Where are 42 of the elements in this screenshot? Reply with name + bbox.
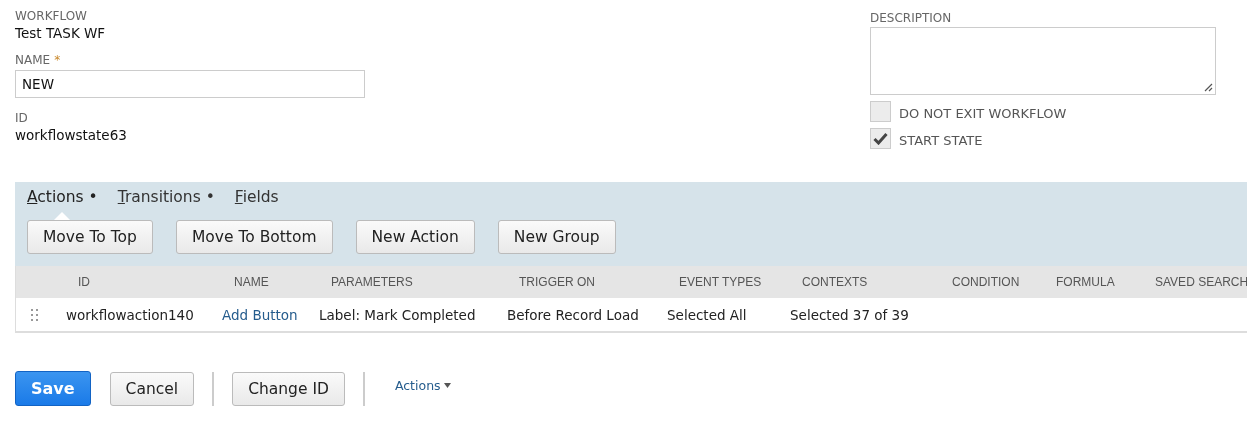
table-cell: Before Record Load	[507, 306, 639, 323]
table-cell: Label: Mark Completed	[319, 306, 476, 323]
tab[interactable]: Fields	[234, 186, 279, 208]
checkbox[interactable]	[870, 101, 891, 122]
tab[interactable]: Actions •	[27, 186, 98, 208]
checkbox-label: START STATE	[899, 133, 983, 149]
toolbar-button[interactable]: New Group	[497, 220, 616, 254]
caret-icon	[443, 383, 451, 388]
toolbar-button[interactable]: New Action	[355, 220, 475, 254]
toolbar-button[interactable]: Move To Top	[27, 220, 153, 254]
table-cell: workflowaction140	[66, 306, 194, 323]
column-header: ID	[78, 275, 90, 289]
field-value: workflowstate63	[15, 126, 128, 144]
checkbox-label: DO NOT EXIT WORKFLOW	[899, 106, 1067, 122]
resize-handle-icon[interactable]	[1203, 82, 1213, 92]
column-header: PARAMETERS	[331, 275, 413, 289]
required-mark: *	[54, 52, 61, 68]
action-link[interactable]: Add Button	[222, 306, 298, 323]
cancel-button[interactable]: Cancel	[109, 371, 195, 406]
column-header: TRIGGER ON	[519, 275, 595, 289]
field-label: NAME	[15, 52, 51, 68]
description-field[interactable]	[870, 27, 1216, 95]
tab[interactable]: Transitions •	[117, 186, 215, 208]
change-id-button[interactable]: Change ID	[232, 371, 345, 406]
actions-menu[interactable]: Actions	[394, 378, 451, 393]
field-label: WORKFLOW	[15, 8, 88, 24]
column-header: CONTEXTS	[802, 275, 868, 289]
drag-handle-icon[interactable]	[31, 307, 39, 322]
field-label: ID	[15, 110, 29, 126]
column-header: NAME	[234, 275, 269, 289]
column-header: SAVED SEARCH	[1155, 275, 1247, 289]
table-cell: Selected 37 of 39	[790, 306, 909, 323]
save-button[interactable]: Save	[15, 371, 91, 406]
checkbox[interactable]	[870, 128, 891, 149]
toolbar-button[interactable]: Move To Bottom	[175, 220, 333, 254]
field-value: Test TASK WF	[15, 24, 107, 42]
field-label: DESCRIPTION	[870, 10, 953, 26]
table-cell: Selected All	[667, 306, 747, 323]
column-header: EVENT TYPES	[679, 275, 762, 289]
column-header: FORMULA	[1056, 275, 1115, 289]
column-header: CONDITION	[952, 275, 1020, 289]
name-field[interactable]: NEW	[15, 70, 365, 98]
